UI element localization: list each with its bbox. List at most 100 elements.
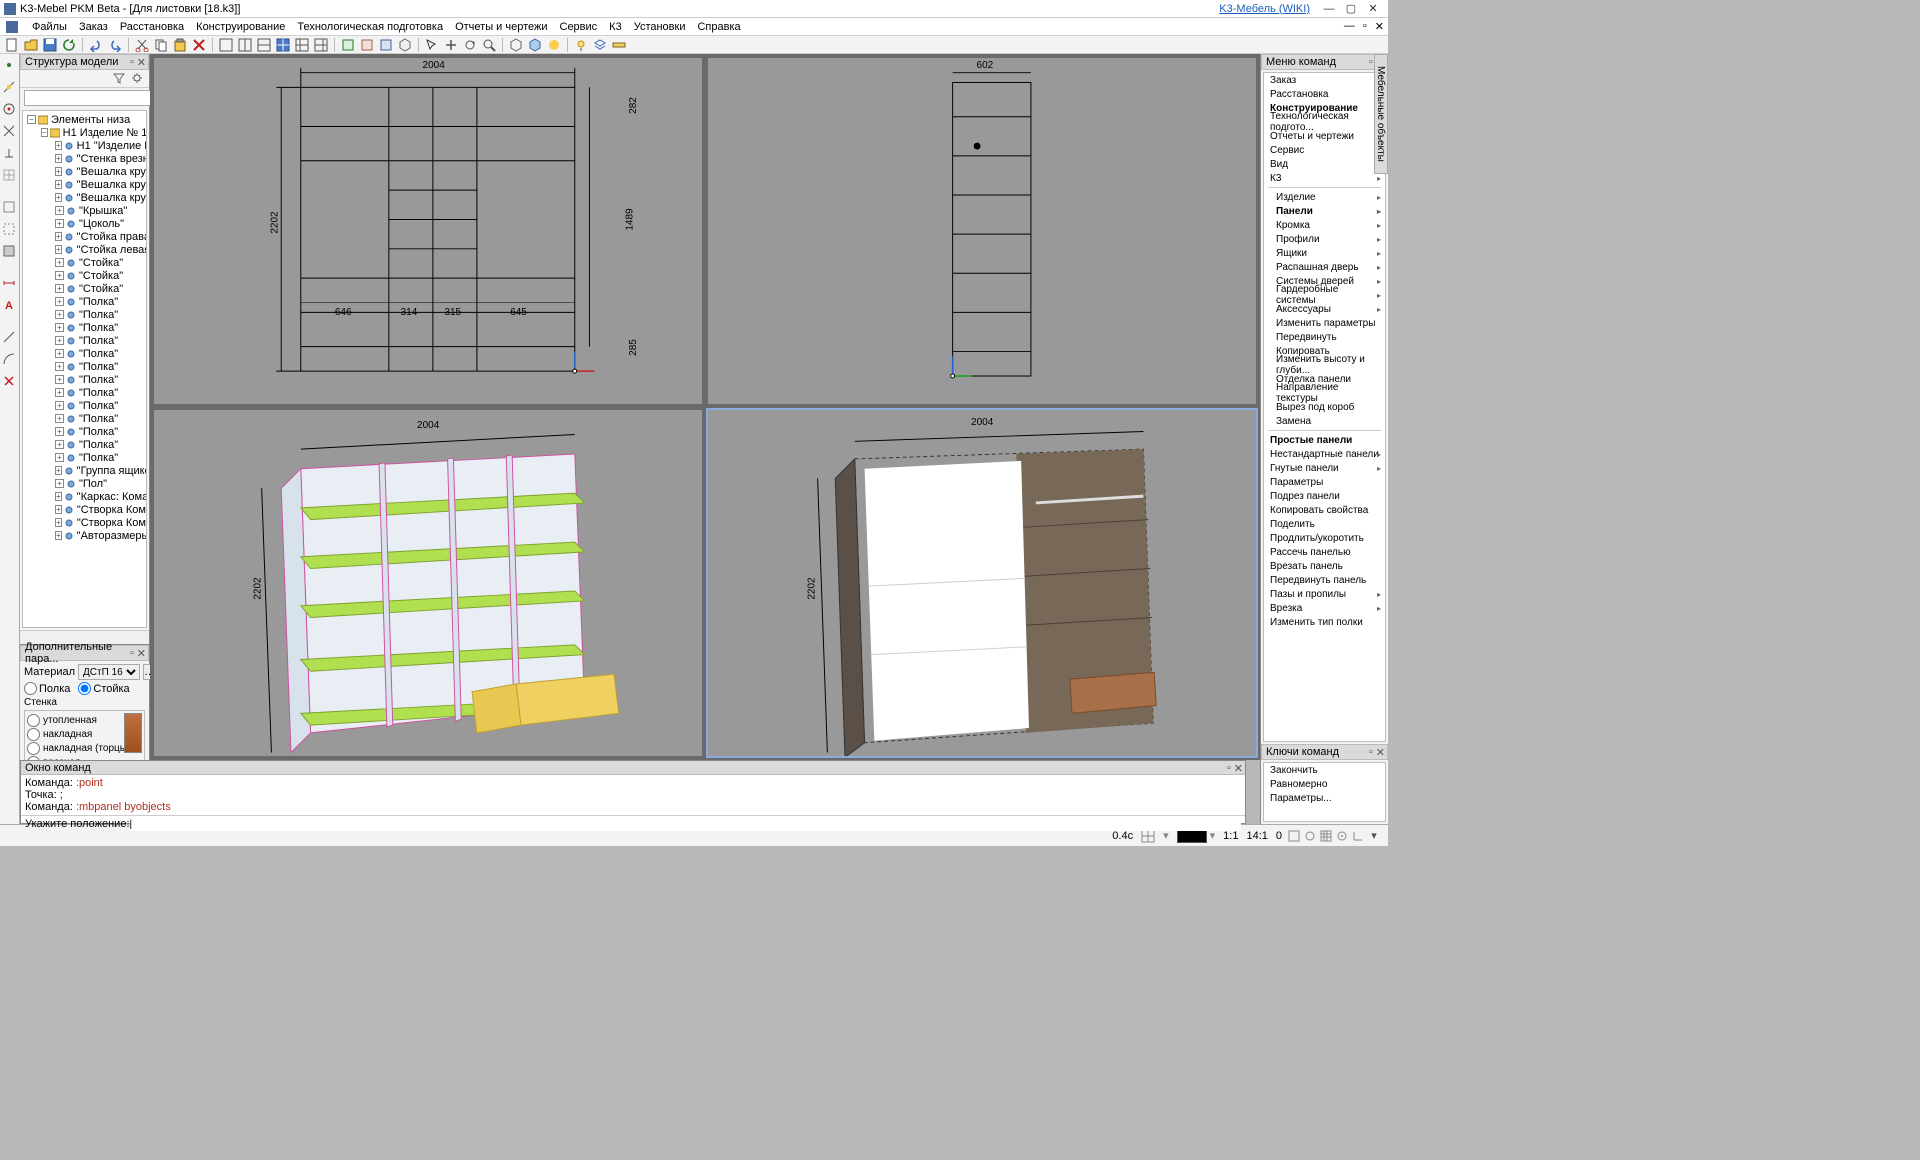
keys-close-icon[interactable]: ✕ (1376, 746, 1385, 759)
vp1-icon[interactable] (218, 37, 234, 53)
menucmd-pin-icon[interactable]: ▫ (1369, 56, 1373, 69)
menu-cmd-item[interactable]: Врезать панель (1264, 559, 1385, 573)
view-iso-icon[interactable] (397, 37, 413, 53)
select-icon[interactable] (424, 37, 440, 53)
menu-cmd-list[interactable]: ЗаказРасстановкаКонструированиеТехнологи… (1263, 72, 1386, 742)
menu-cmd-item[interactable]: Заказ (1264, 73, 1385, 87)
tree-item[interactable]: +"Полка" (23, 334, 146, 347)
menu-cmd-header[interactable]: Меню команд ▫✕ (1261, 54, 1388, 70)
tree-item[interactable]: +"Полка" (23, 451, 146, 464)
cmd-pin-icon[interactable]: ▫ (1227, 762, 1231, 775)
tree-item[interactable]: +"Авторазмеры (23, 529, 146, 542)
menu-k3[interactable]: К3 (609, 21, 622, 33)
menu-cmd-item[interactable]: Изменить параметры (1264, 316, 1385, 330)
shaded-icon[interactable] (527, 37, 543, 53)
tree-item[interactable]: +"Стойка" (23, 256, 146, 269)
tree-item[interactable]: +"Створка Ком (23, 516, 146, 529)
vp6-icon[interactable] (313, 37, 329, 53)
menu-cmd-item[interactable]: Простые панели (1264, 433, 1385, 447)
minimize-button[interactable]: — (1318, 3, 1340, 15)
menu-cmd-item[interactable]: Пазы и пропилы (1264, 587, 1385, 601)
key-item[interactable]: Равномерно (1264, 777, 1385, 791)
mdi-close[interactable]: ✕ (1375, 20, 1384, 33)
line-icon[interactable] (2, 330, 18, 346)
snap-mid-icon[interactable] (2, 80, 18, 96)
menu-cmd-item[interactable]: Замена (1264, 414, 1385, 428)
dims-icon[interactable] (2, 276, 18, 292)
copy-icon[interactable] (153, 37, 169, 53)
radio-polka[interactable]: Полка (24, 682, 70, 695)
menu-cmd-item[interactable]: Профили (1264, 232, 1385, 246)
tree-item[interactable]: +"Пол" (23, 477, 146, 490)
viewport-front[interactable]: 2004 2202 282 1489 285 646 314 315 645 (152, 56, 704, 406)
snap-intersect-icon[interactable] (2, 124, 18, 140)
tree-item[interactable]: +"Стойка" (23, 282, 146, 295)
tree-item[interactable]: +"Вешалка круг (23, 178, 146, 191)
menu-cmd-item[interactable]: Копировать свойства (1264, 503, 1385, 517)
arc-icon[interactable] (2, 352, 18, 368)
snap-grid-icon[interactable] (2, 168, 18, 184)
tree-item[interactable]: +"Крышка" (23, 204, 146, 217)
wireframe-icon[interactable] (508, 37, 524, 53)
wiki-link[interactable]: K3-Мебель (WIKI) (1219, 3, 1310, 15)
delete-icon[interactable] (191, 37, 207, 53)
vp5-icon[interactable] (294, 37, 310, 53)
menu-cmd-item[interactable]: Ящики (1264, 246, 1385, 260)
menu-cmd-item[interactable]: Поделить (1264, 517, 1385, 531)
menu-cmd-item[interactable]: Гнутые панели (1264, 461, 1385, 475)
view-wire-icon[interactable] (2, 200, 18, 216)
sb-more-icon[interactable]: ▾ (1366, 828, 1382, 844)
tree-item[interactable]: +"Цоколь" (23, 217, 146, 230)
tree-item[interactable]: +"Каркас: Кома (23, 490, 146, 503)
menu-order[interactable]: Заказ (79, 21, 108, 33)
menu-cmd-item[interactable]: Продлить/укоротить (1264, 531, 1385, 545)
menu-cmd-item[interactable]: Отчеты и чертежи (1264, 129, 1385, 143)
tree-item[interactable]: +"Вешалка круг (23, 165, 146, 178)
sb-icon2[interactable] (1302, 828, 1318, 844)
menu-cmd-item[interactable]: Панели (1264, 204, 1385, 218)
key-item[interactable]: Параметры... (1264, 791, 1385, 805)
tree-item[interactable]: +"Полка" (23, 438, 146, 451)
params-pin-icon[interactable]: ▫ (130, 647, 134, 660)
tree-item[interactable]: +"Полка" (23, 308, 146, 321)
tree-item[interactable]: −Элементы низа (23, 113, 146, 126)
tree-item[interactable]: −Н1 Изделие № 1 (23, 126, 146, 139)
menu-cmd-item[interactable]: Врезка (1264, 601, 1385, 615)
menu-cmd-item[interactable]: К3 (1264, 171, 1385, 185)
panel-close-icon[interactable]: ✕ (137, 56, 146, 69)
material-select[interactable]: ДСтП 16 (78, 664, 140, 680)
cmd-close-icon[interactable]: ✕ (1234, 762, 1243, 775)
menu-construct[interactable]: Конструирование (196, 21, 285, 33)
snap-perp-icon[interactable] (2, 146, 18, 162)
tree-item[interactable]: +"Полка" (23, 321, 146, 334)
undo-icon[interactable] (88, 37, 104, 53)
tree-panel-header[interactable]: Структура модели ▫✕ (20, 54, 149, 70)
snap-endpoint-icon[interactable] (2, 58, 18, 74)
close-button[interactable]: ✕ (1362, 2, 1384, 15)
tree-item[interactable]: +"Полка" (23, 399, 146, 412)
filter-icon[interactable] (113, 72, 127, 86)
menu-cmd-item[interactable]: Подрез панели (1264, 489, 1385, 503)
menu-cmd-item[interactable]: Рассечь панелью (1264, 545, 1385, 559)
rotate-icon[interactable] (462, 37, 478, 53)
cut-icon[interactable] (134, 37, 150, 53)
vp4-icon[interactable] (275, 37, 291, 53)
tree-item[interactable]: +"Группа ящико (23, 464, 146, 477)
sb-grid-icon[interactable] (1318, 828, 1334, 844)
tree-item[interactable]: +Н1 "Изделие N° (23, 139, 146, 152)
maximize-button[interactable]: ▢ (1340, 2, 1362, 15)
menu-cmd-item[interactable]: Расстановка (1264, 87, 1385, 101)
viewport-iso-doors[interactable]: 2004 2202 (706, 408, 1258, 758)
view-top-icon[interactable] (340, 37, 356, 53)
cmd-input[interactable] (130, 817, 1242, 831)
tree-item[interactable]: +"Полка" (23, 412, 146, 425)
tree-item[interactable]: +"Полка" (23, 347, 146, 360)
params-close-icon[interactable]: ✕ (137, 647, 146, 660)
tree-item[interactable]: +"Полка" (23, 386, 146, 399)
light-icon[interactable] (573, 37, 589, 53)
gear-icon[interactable] (131, 72, 145, 86)
menu-cmd-item[interactable]: Передвинуть (1264, 330, 1385, 344)
menu-cmd-item[interactable]: Распашная дверь (1264, 260, 1385, 274)
pin-icon[interactable]: ▫ (130, 56, 134, 69)
refresh-icon[interactable] (61, 37, 77, 53)
